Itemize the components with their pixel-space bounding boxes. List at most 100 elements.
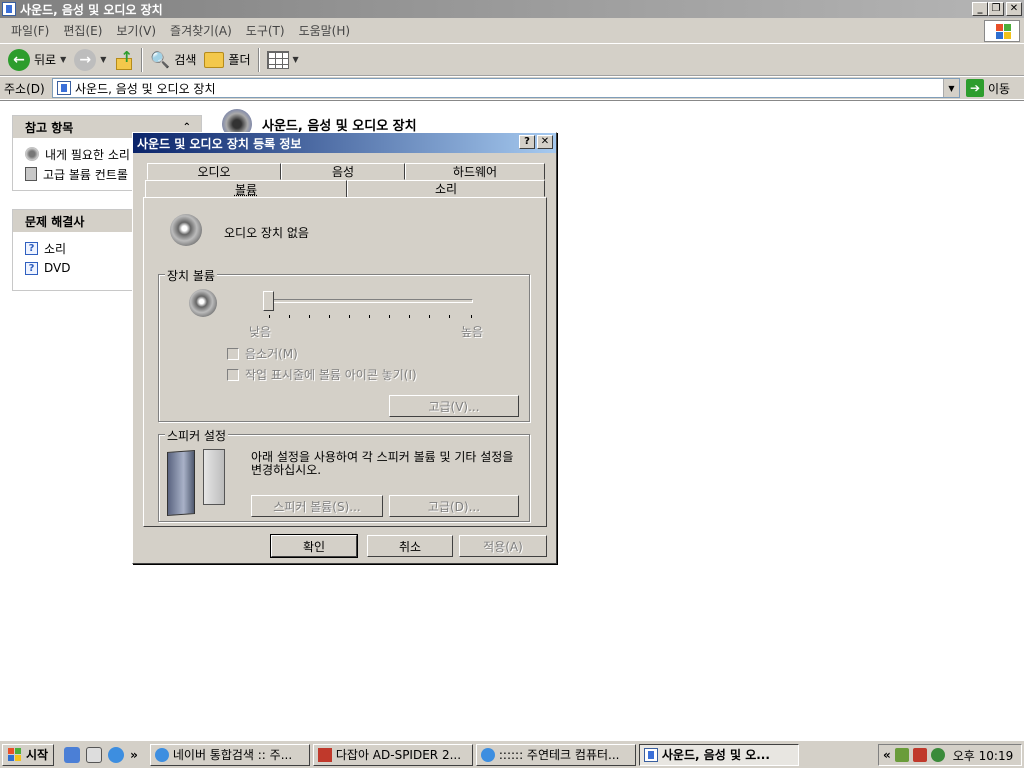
speaker-settings-group: 스피커 설정 아래 설정을 사용하여 각 스피커 볼륨 및 기타 설정을 변경하… [158, 427, 530, 522]
device-name-label: 오디오 장치 없음 [224, 226, 309, 240]
troubleshooter-item-label: DVD [44, 261, 71, 275]
menu-tools[interactable]: 도구(T) [239, 22, 292, 39]
help-icon: ? [25, 241, 38, 255]
address-input[interactable]: 사운드, 음성 및 오디오 장치 ▼ [52, 78, 960, 98]
address-label: 주소(D) [4, 81, 45, 96]
window-titlebar[interactable]: 사운드, 음성 및 오디오 장치 _ ❐ ✕ [0, 0, 1024, 18]
dialog-titlebar[interactable]: 사운드 및 오디오 장치 등록 정보 ? ✕ [133, 133, 556, 153]
tab-volume[interactable]: 볼륨 [145, 180, 347, 198]
tab-audio[interactable]: 오디오 [147, 163, 281, 180]
up-folder-icon [114, 48, 134, 70]
speaker-icon [170, 214, 202, 246]
speaker-settings-title: 스피커 설정 [165, 427, 229, 444]
speaker-advanced-button[interactable]: 고급(D)... [389, 495, 519, 517]
internet-explorer-icon[interactable] [108, 746, 125, 763]
tray-icon-label: 작업 표시줄에 볼륨 아이콘 놓기(I) [245, 368, 417, 382]
apply-button[interactable]: 적용(A) [459, 535, 547, 557]
search-button[interactable]: 🔍 검색 [146, 47, 200, 73]
control-panel-icon [643, 747, 658, 762]
help-icon: ? [25, 261, 38, 275]
see-also-item-label: 고급 볼륨 컨트롤 [43, 167, 128, 182]
menu-favorites[interactable]: 즐겨찾기(A) [163, 22, 239, 39]
mute-checkbox[interactable] [227, 347, 239, 360]
close-button[interactable]: ✕ [1006, 2, 1022, 16]
menu-view[interactable]: 보기(V) [109, 22, 163, 39]
see-also-title: 참고 항목 [25, 120, 74, 135]
troubleshooter-item-label: 소리 [44, 241, 67, 256]
minimize-button[interactable]: _ [972, 2, 988, 16]
collapse-icon[interactable]: ⌃ [183, 122, 191, 133]
forward-button[interactable]: → ▼ [70, 47, 110, 73]
quick-launch-more-button[interactable]: » [130, 748, 138, 762]
ad-spider-tray-icon[interactable] [912, 748, 927, 762]
tray-expand-button[interactable]: « [883, 748, 891, 762]
tab-hardware[interactable]: 하드웨어 [405, 163, 545, 180]
back-label: 뒤로 [34, 53, 57, 67]
tab-sounds[interactable]: 소리 [347, 180, 545, 197]
chevron-down-icon: ▼ [292, 55, 299, 64]
ok-button[interactable]: 확인 [271, 535, 357, 557]
task-label: 다잡아 AD-SPIDER 2... [335, 748, 462, 762]
dialog-help-button[interactable]: ? [519, 135, 535, 149]
mute-label: 음소거(M) [245, 347, 298, 361]
views-button[interactable]: ▼ [263, 47, 303, 73]
troubleshooters-title: 문제 해결사 [25, 214, 85, 229]
folders-button[interactable]: 폴더 [200, 47, 254, 73]
network-icon[interactable] [894, 748, 909, 762]
maximize-button[interactable]: ❐ [988, 2, 1004, 16]
task-jooyon[interactable]: :::::: 주연테크 컴퓨터... [475, 743, 636, 766]
task-sound-devices[interactable]: 사운드, 음성 및 오... [638, 743, 799, 766]
task-naver[interactable]: 네이버 통합검색 :: 주... [149, 743, 310, 766]
volume-control-icon [25, 167, 37, 181]
messenger-icon[interactable] [86, 746, 103, 763]
volume-speaker-icon [189, 289, 217, 317]
up-folder-button[interactable] [110, 47, 138, 73]
forward-arrow-icon: → [74, 48, 97, 71]
control-panel-icon [2, 2, 16, 16]
back-button[interactable]: ← 뒤로 ▼ [4, 47, 70, 73]
start-button[interactable]: 시작 [2, 743, 55, 766]
speakers-icon [167, 447, 229, 517]
tab-voice[interactable]: 음성 [281, 163, 405, 180]
go-label: 이동 [988, 81, 1011, 96]
address-value: 사운드, 음성 및 오디오 장치 [75, 81, 216, 96]
ad-spider-icon [317, 747, 332, 762]
windows-logo-icon [984, 20, 1020, 42]
speaker-icon [25, 147, 39, 161]
volume-slider-track[interactable] [269, 299, 473, 303]
address-dropdown-button[interactable]: ▼ [943, 79, 959, 97]
volume-advanced-button[interactable]: 고급(V)... [389, 395, 519, 417]
volume-slider-thumb[interactable] [263, 291, 274, 311]
device-volume-group: 장치 볼륨 낮음 높음 음소거(M) 작업 표시줄에 볼륨 아이콘 놓기(I) … [158, 267, 530, 422]
dialog-close-button[interactable]: ✕ [537, 135, 553, 149]
tray-app-icon[interactable] [930, 748, 945, 762]
speaker-settings-description: 아래 설정을 사용하여 각 스피커 볼륨 및 기타 설정을 변경하십시오. [251, 450, 514, 477]
internet-explorer-icon [480, 747, 495, 762]
go-button[interactable]: ➔ 이동 [966, 79, 1010, 97]
toolbar-separator [141, 47, 144, 72]
task-ad-spider[interactable]: 다잡아 AD-SPIDER 2... [312, 743, 473, 766]
taskbar: 시작 » 네이버 통합검색 :: 주... 다잡아 AD-SPIDER 2...… [0, 740, 1024, 768]
folder-icon [204, 51, 225, 68]
tray-icon-checkbox[interactable] [227, 368, 239, 381]
task-label: 네이버 통합검색 :: 주... [172, 748, 293, 762]
task-label: 사운드, 음성 및 오... [661, 748, 770, 762]
internet-explorer-icon [154, 747, 169, 762]
menu-edit[interactable]: 편집(E) [56, 22, 109, 39]
mute-checkbox-row[interactable]: 음소거(M) [227, 345, 298, 362]
cancel-button[interactable]: 취소 [367, 535, 453, 557]
clock[interactable]: 오후 10:19 [953, 747, 1013, 764]
standard-toolbar: ← 뒤로 ▼ → ▼ 🔍 검색 폴더 ▼ [0, 44, 1024, 76]
speaker-volume-button[interactable]: 스피커 볼륨(S)... [251, 495, 383, 517]
menu-file[interactable]: 파일(F) [4, 22, 56, 39]
tray-icon-checkbox-row[interactable]: 작업 표시줄에 볼륨 아이콘 놓기(I) [227, 366, 417, 383]
volume-tab-panel: 오디오 장치 없음 장치 볼륨 낮음 높음 음소거(M) 작업 표시줄에 볼륨 … [143, 197, 547, 527]
chevron-down-icon: ▼ [100, 55, 107, 64]
menu-help[interactable]: 도움말(H) [292, 22, 358, 39]
dialog-title: 사운드 및 오디오 장치 등록 정보 [137, 136, 302, 151]
views-icon [266, 50, 289, 69]
control-panel-icon [57, 81, 71, 95]
desktop-icon[interactable] [64, 746, 81, 763]
dialog-controls: ? ✕ [519, 135, 553, 149]
folders-label: 폴더 [228, 53, 251, 67]
